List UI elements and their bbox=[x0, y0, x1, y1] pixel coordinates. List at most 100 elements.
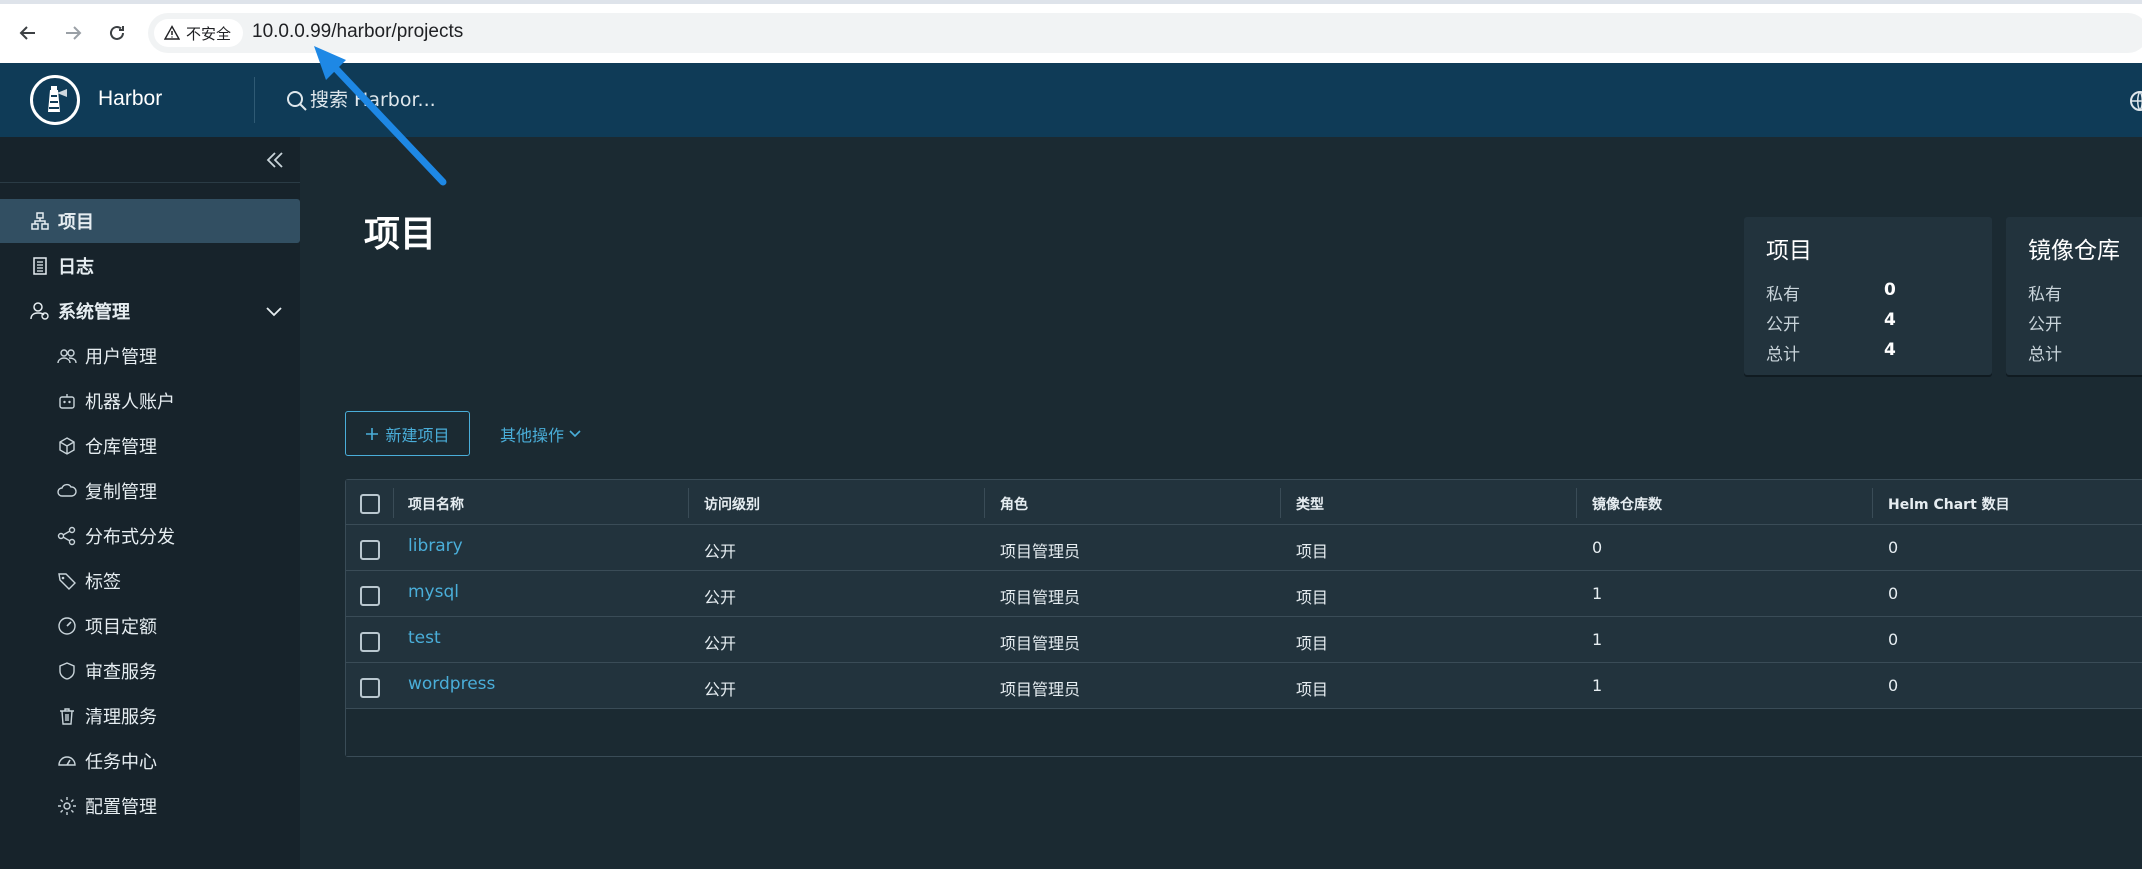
access-level: 公开 bbox=[704, 680, 737, 699]
sidebar-item-label: 日志 bbox=[58, 257, 94, 278]
sidebar-item-label: 审查服务 bbox=[85, 662, 157, 683]
row-checkbox[interactable] bbox=[360, 632, 380, 652]
globe-icon[interactable] bbox=[2128, 89, 2142, 113]
card-title: 镜像仓库 bbox=[2028, 238, 2120, 264]
search-input[interactable] bbox=[310, 83, 710, 117]
type: 项目 bbox=[1296, 680, 1329, 699]
column-header[interactable]: 镜像仓库数 bbox=[1592, 494, 1662, 514]
double-chevron-left-icon[interactable] bbox=[264, 149, 286, 171]
reload-button[interactable] bbox=[102, 18, 132, 48]
column-header[interactable]: 角色 bbox=[1000, 494, 1028, 514]
access-level: 公开 bbox=[704, 634, 737, 653]
sidebar-item-replications[interactable]: 复制管理 bbox=[0, 469, 300, 513]
sidebar-item-job-service[interactable]: 任务中心 bbox=[0, 739, 300, 783]
sidebar-item-registries[interactable]: 仓库管理 bbox=[0, 424, 300, 468]
projects-icon bbox=[31, 212, 49, 230]
admin-user-icon bbox=[30, 302, 49, 320]
table-row: wordpress 公开 项目管理员 项目 1 0 bbox=[346, 663, 2142, 709]
sidebar: 项目 日志 系统管理 用户管理 机器人账户 仓库管理 复制管理 分布式分发 标签… bbox=[0, 137, 300, 869]
table-row: mysql 公开 项目管理员 项目 1 0 bbox=[346, 571, 2142, 617]
column-separator bbox=[1576, 488, 1577, 518]
stat-label: 总计 bbox=[1766, 345, 1800, 365]
type: 项目 bbox=[1296, 542, 1329, 561]
column-header[interactable]: 类型 bbox=[1296, 494, 1324, 514]
access-level: 公开 bbox=[704, 542, 737, 561]
projects-summary-card: 项目 私有 0 公开 4 总计 4 bbox=[1744, 217, 1992, 375]
sidebar-item-label: 机器人账户 bbox=[85, 392, 175, 413]
chevron-down-icon bbox=[569, 429, 581, 437]
repositories-summary-card: 镜像仓库 私有 公开 总计 bbox=[2006, 217, 2142, 375]
type: 项目 bbox=[1296, 634, 1329, 653]
sidebar-item-clean-up[interactable]: 清理服务 bbox=[0, 694, 300, 738]
new-project-button[interactable]: 新建项目 bbox=[345, 411, 470, 456]
stat-label: 总计 bbox=[2028, 345, 2062, 365]
project-name-link[interactable]: library bbox=[408, 536, 463, 556]
stat-label: 私有 bbox=[1766, 285, 1800, 305]
back-button[interactable] bbox=[13, 18, 43, 48]
tag-icon bbox=[58, 573, 76, 590]
project-name-link[interactable]: test bbox=[408, 628, 441, 648]
sidebar-item-projects[interactable]: 项目 bbox=[0, 199, 300, 243]
logs-icon bbox=[33, 257, 47, 275]
browser-tab-strip bbox=[0, 0, 2142, 4]
header-divider bbox=[254, 77, 255, 123]
helm-chart-count: 0 bbox=[1888, 584, 1899, 603]
app-header: Harbor bbox=[0, 63, 2142, 137]
sidebar-item-users[interactable]: 用户管理 bbox=[0, 334, 300, 378]
table-row: test 公开 项目管理员 项目 1 0 bbox=[346, 617, 2142, 663]
table-row: library 公开 项目管理员 项目 0 0 bbox=[346, 525, 2142, 571]
sidebar-collapse-row bbox=[0, 137, 300, 183]
row-checkbox[interactable] bbox=[360, 586, 380, 606]
sidebar-item-label: 配置管理 bbox=[85, 797, 157, 818]
role: 项目管理员 bbox=[1000, 588, 1081, 607]
app-title[interactable]: Harbor bbox=[98, 87, 162, 111]
address-bar[interactable]: 不安全 10.0.0.99/harbor/projects bbox=[148, 13, 2142, 53]
warning-icon bbox=[164, 25, 180, 40]
sidebar-item-logs[interactable]: 日志 bbox=[0, 244, 300, 288]
stat-value: 4 bbox=[1884, 310, 1896, 330]
gauge-icon bbox=[58, 617, 76, 635]
project-name-link[interactable]: mysql bbox=[408, 582, 459, 602]
users-icon bbox=[57, 349, 77, 364]
security-indicator[interactable]: 不安全 bbox=[154, 19, 244, 47]
sidebar-item-interrogation-services[interactable]: 审查服务 bbox=[0, 649, 300, 693]
table-header: 项目名称 访问级别 角色 类型 镜像仓库数 Helm Chart 数目 bbox=[346, 480, 2142, 525]
shield-icon bbox=[59, 662, 75, 680]
stat-label: 私有 bbox=[2028, 285, 2062, 305]
url-text[interactable]: 10.0.0.99/harbor/projects bbox=[252, 21, 463, 43]
helm-chart-count: 0 bbox=[1888, 538, 1899, 557]
sidebar-item-labels[interactable]: 标签 bbox=[0, 559, 300, 603]
sidebar-item-project-quotas[interactable]: 项目定额 bbox=[0, 604, 300, 648]
chevron-down-icon[interactable] bbox=[264, 301, 284, 321]
arrow-left-icon bbox=[19, 26, 35, 40]
forward-button[interactable] bbox=[58, 18, 88, 48]
card-title: 项目 bbox=[1766, 238, 1812, 264]
column-header[interactable]: 访问级别 bbox=[704, 494, 760, 514]
project-name-link[interactable]: wordpress bbox=[408, 674, 495, 694]
type: 项目 bbox=[1296, 588, 1329, 607]
repo-count: 1 bbox=[1592, 676, 1603, 695]
helm-chart-count: 0 bbox=[1888, 676, 1899, 695]
harbor-logo-icon[interactable] bbox=[30, 75, 80, 125]
more-actions-dropdown[interactable]: 其他操作 bbox=[500, 411, 582, 456]
sidebar-item-robot-accounts[interactable]: 机器人账户 bbox=[0, 379, 300, 423]
role: 项目管理员 bbox=[1000, 542, 1081, 561]
sidebar-item-label: 清理服务 bbox=[85, 707, 157, 728]
repo-count: 1 bbox=[1592, 584, 1603, 603]
column-header[interactable]: 项目名称 bbox=[408, 494, 464, 514]
sidebar-item-label: 分布式分发 bbox=[85, 527, 175, 548]
row-checkbox[interactable] bbox=[360, 540, 380, 560]
select-all-checkbox[interactable] bbox=[360, 494, 380, 514]
sidebar-item-configuration[interactable]: 配置管理 bbox=[0, 784, 300, 828]
column-separator bbox=[1872, 488, 1873, 518]
plus-icon bbox=[366, 427, 379, 440]
sidebar-item-administration[interactable]: 系统管理 bbox=[0, 289, 300, 333]
access-level: 公开 bbox=[704, 588, 737, 607]
column-header[interactable]: Helm Chart 数目 bbox=[1888, 494, 2010, 514]
row-checkbox[interactable] bbox=[360, 678, 380, 698]
stat-label: 公开 bbox=[1766, 315, 1800, 335]
sidebar-item-distributions[interactable]: 分布式分发 bbox=[0, 514, 300, 558]
gear-icon bbox=[58, 797, 76, 815]
column-separator bbox=[1280, 488, 1281, 518]
sidebar-item-label: 任务中心 bbox=[85, 752, 157, 773]
